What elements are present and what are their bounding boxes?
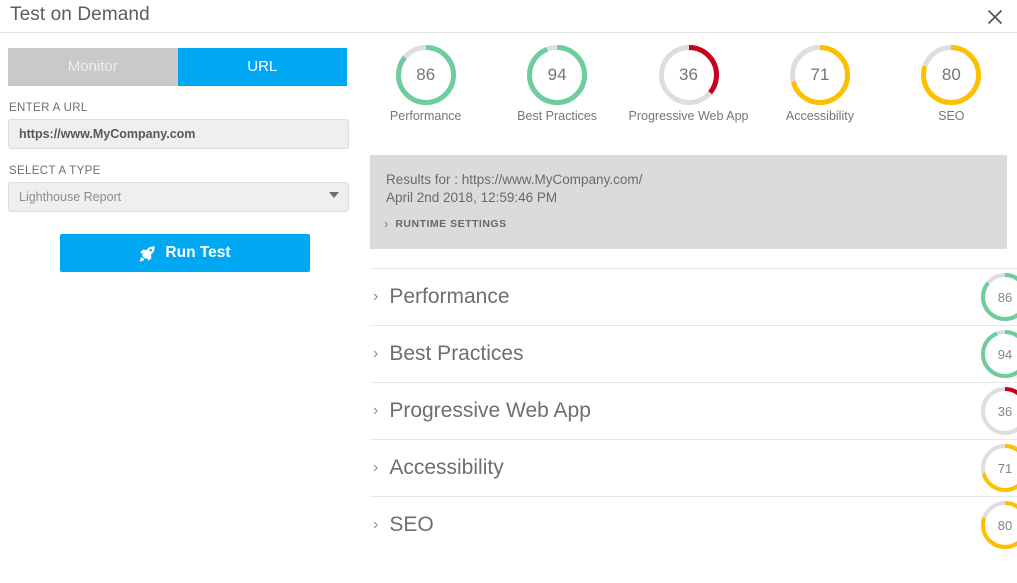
close-icon[interactable] (981, 3, 1009, 31)
rocket-icon (139, 245, 156, 262)
gauge-cell: 80 SEO (886, 45, 1017, 123)
gauge-score-value: 36 (659, 45, 719, 105)
chevron-right-icon: › (373, 346, 378, 362)
chevron-right-icon: › (373, 460, 378, 476)
tab-monitor[interactable]: Monitor (8, 48, 178, 86)
gauge-score-value: 94 (527, 45, 587, 105)
gauge-cell: 94 Best Practices (491, 45, 622, 123)
category-score-gauge: 80 (981, 501, 1017, 549)
url-field-label: ENTER A URL (9, 102, 352, 114)
category-row[interactable]: › Performance 86 (370, 268, 1017, 325)
category-name: Best Practices (389, 342, 523, 366)
run-test-button[interactable]: Run Test (60, 234, 310, 272)
score-gauges: 86 Performance 94 Best Practices 36 Progressi… (360, 34, 1017, 129)
category-list: › Performance 86 › Best Practices 94 › Progress… (370, 268, 1017, 553)
category-score-gauge: 71 (981, 444, 1017, 492)
page-title: Test on Demand (10, 4, 150, 26)
runtime-settings-toggle[interactable]: › RUNTIME SETTINGS (384, 217, 1007, 230)
score-gauge: 80 (921, 45, 981, 105)
score-gauge: 86 (396, 45, 456, 105)
category-score-value: 80 (981, 501, 1017, 549)
gauge-cell: 86 Performance (360, 45, 491, 123)
gauge-label: Best Practices (517, 109, 597, 123)
window-titlebar: Test on Demand (0, 0, 1017, 33)
category-score-gauge: 36 (981, 387, 1017, 435)
gauge-cell: 36 Progressive Web App (623, 45, 754, 123)
source-tabs: Monitor URL (8, 48, 347, 86)
category-name: Progressive Web App (389, 399, 591, 423)
test-on-demand-window: Test on Demand Monitor URL ENTER A URL S… (0, 0, 1017, 583)
type-select[interactable]: Lighthouse Report (8, 182, 349, 212)
gauge-score-value: 71 (790, 45, 850, 105)
category-score-value: 36 (981, 387, 1017, 435)
category-row[interactable]: › Best Practices 94 (370, 325, 1017, 382)
gauge-score-value: 80 (921, 45, 981, 105)
gauge-label: Performance (390, 109, 462, 123)
tab-url[interactable]: URL (178, 48, 348, 86)
results-summary: Results for : https://www.MyCompany.com/… (370, 155, 1007, 249)
lighthouse-report-panel: 86 Performance 94 Best Practices 36 Progressi… (360, 34, 1017, 583)
score-gauge: 94 (527, 45, 587, 105)
type-select-wrapper: Lighthouse Report (8, 182, 349, 212)
category-name: Accessibility (389, 456, 503, 480)
category-score-value: 94 (981, 330, 1017, 378)
category-score-gauge: 94 (981, 330, 1017, 378)
url-input[interactable] (8, 119, 349, 149)
category-row[interactable]: › Progressive Web App 36 (370, 382, 1017, 439)
gauge-label: Progressive Web App (629, 109, 749, 123)
category-row[interactable]: › Accessibility 71 (370, 439, 1017, 496)
gauge-cell: 71 Accessibility (754, 45, 885, 123)
score-gauge: 71 (790, 45, 850, 105)
gauge-label: Accessibility (786, 109, 854, 123)
category-score-value: 86 (981, 273, 1017, 321)
score-gauge: 36 (659, 45, 719, 105)
gauge-label: SEO (938, 109, 964, 123)
test-config-panel: Monitor URL ENTER A URL SELECT A TYPE Li… (0, 34, 360, 583)
run-test-label: Run Test (165, 244, 230, 262)
type-field-label: SELECT A TYPE (9, 165, 352, 177)
runtime-settings-label: RUNTIME SETTINGS (395, 218, 506, 230)
category-score-gauge: 86 (981, 273, 1017, 321)
results-url: Results for : https://www.MyCompany.com/ (386, 155, 1007, 187)
category-score-value: 71 (981, 444, 1017, 492)
chevron-right-icon: › (373, 517, 378, 533)
category-name: Performance (389, 285, 509, 309)
results-timestamp: April 2nd 2018, 12:59:46 PM (386, 190, 1007, 205)
category-name: SEO (389, 513, 433, 537)
chevron-right-icon: › (384, 217, 388, 230)
chevron-right-icon: › (373, 403, 378, 419)
category-row[interactable]: › SEO 80 (370, 496, 1017, 553)
chevron-right-icon: › (373, 289, 378, 305)
gauge-score-value: 86 (396, 45, 456, 105)
